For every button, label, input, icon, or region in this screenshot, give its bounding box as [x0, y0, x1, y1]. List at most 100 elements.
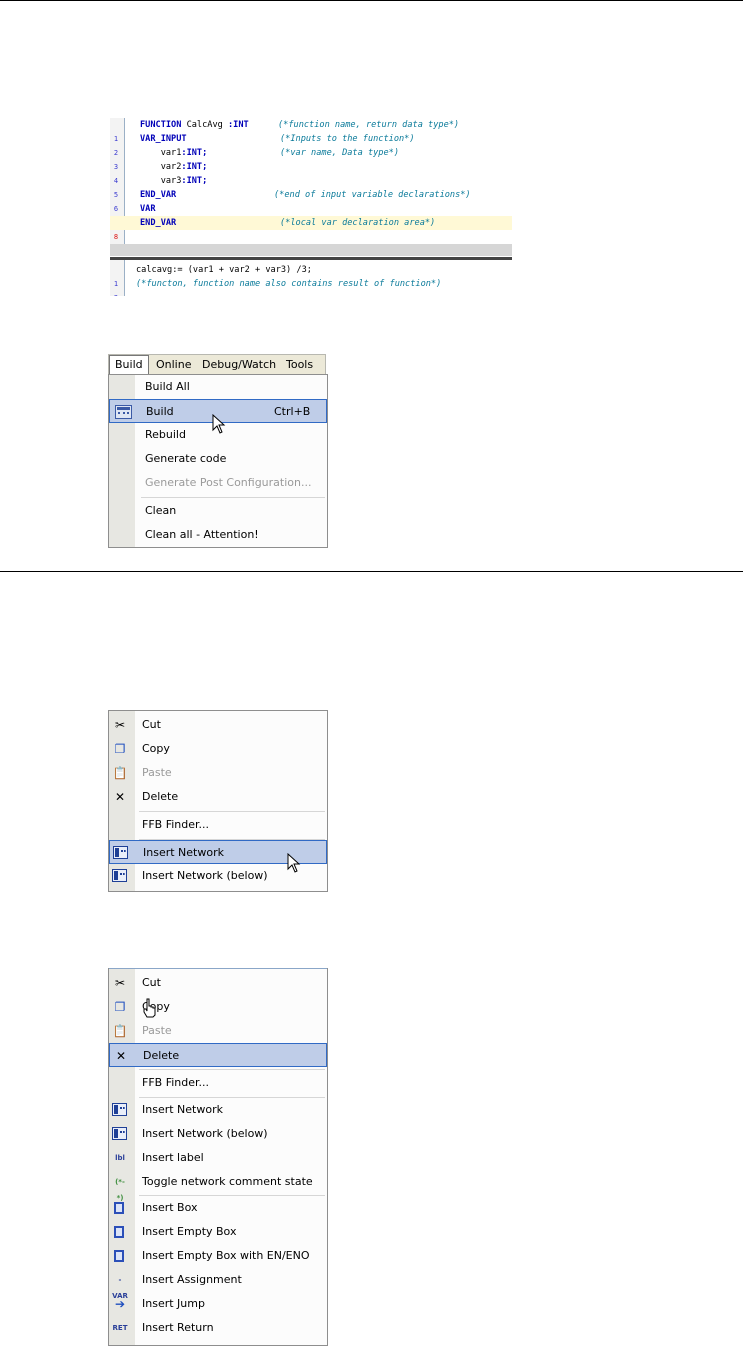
menu-item-insert-empty-box-en-eno[interactable]: Insert Empty Box with EN/ENO [109, 1244, 327, 1268]
code-line: 7 VAR [110, 202, 512, 227]
menu-item-label: Insert Empty Box with EN/ENO [142, 1249, 310, 1262]
menu-item-label: Copy [142, 742, 170, 755]
code-line: 5 var3:INT; [110, 174, 512, 199]
mouse-pointer-icon [212, 414, 226, 434]
menu-item-clean[interactable]: Clean [109, 499, 327, 523]
menu-separator [139, 811, 325, 812]
comment: (*Inputs to the function*) [280, 134, 415, 144]
menu-item-clean-all[interactable]: Clean all - Attention! [109, 523, 327, 547]
return-icon: RET [112, 1324, 128, 1332]
menu-item-insert-empty-box[interactable]: Insert Empty Box [109, 1220, 327, 1244]
code-line: 2 VAR_INPUT (*Inputs to the function*) [110, 132, 512, 157]
code-text: calcavg:= (var1 + var2 + var3) /3; [136, 265, 312, 275]
menu-item-insert-box[interactable]: Insert Box [109, 1196, 327, 1220]
menu-item-generate-code[interactable]: Generate code [109, 447, 327, 471]
assignment-icon: -VAR [112, 1276, 128, 1300]
menu-item-label: Generate code [145, 452, 227, 465]
comment: (*var name, Data type*) [280, 148, 399, 158]
insert-network-icon [113, 846, 128, 859]
menu-item-ffb-finder[interactable]: FFB Finder... [109, 813, 327, 837]
menu-item-paste[interactable]: 📋 Paste [109, 761, 327, 785]
jump-arrow-icon: ➔ [114, 1297, 126, 1311]
menu-item-label: Insert Network [142, 1103, 223, 1116]
menu-debug-watch[interactable]: Debug/Watch [197, 355, 281, 374]
comment: (*local var declaration area*) [280, 218, 436, 228]
menu-item-toggle-network-comment[interactable]: (*-*) Toggle network comment state [109, 1170, 327, 1202]
menu-item-label: Insert Empty Box [142, 1225, 237, 1238]
menu-item-delete[interactable]: ✕ Delete [109, 785, 327, 809]
hand-pointer-icon [143, 998, 156, 1018]
top-rule [0, 0, 743, 1]
code-line: 4 var2:INT; [110, 160, 512, 185]
menu-item-cut[interactable]: ✂ Cut [109, 713, 327, 737]
menu-item-label: Insert Jump [142, 1297, 205, 1310]
mouse-pointer-icon [287, 853, 301, 873]
context-menu-full: ✂ Cut ❐ Copy 📋 Paste ✕ Delete FFB Finder… [108, 968, 328, 1346]
menu-item-label: FFB Finder... [142, 818, 210, 831]
menu-item-label: Build All [145, 380, 190, 393]
menu-build[interactable]: Build [109, 355, 149, 376]
menu-item-insert-assignment[interactable]: -VAR Insert Assignment [109, 1268, 327, 1300]
menu-item-insert-label[interactable]: lbl Insert label [109, 1146, 327, 1170]
menu-item-label: Insert Return [142, 1321, 214, 1334]
menu-item-cut[interactable]: ✂ Cut [109, 971, 327, 995]
code-editor[interactable]: 1 FUNCTION CalcAvg :INT (*function name,… [110, 118, 512, 296]
menu-item-ffb-finder[interactable]: FFB Finder... [109, 1071, 327, 1095]
delete-x-icon: ✕ [114, 790, 126, 804]
box-en-eno-icon [114, 1250, 124, 1262]
menu-item-label: Insert Network [143, 846, 224, 859]
pane-splitter[interactable] [110, 244, 512, 260]
declaration-pane[interactable]: 1 FUNCTION CalcAvg :INT (*function name,… [110, 118, 512, 244]
paste-icon: 📋 [112, 766, 128, 780]
menu-item-label: Cut [142, 718, 161, 731]
code-line: 1 FUNCTION CalcAvg :INT (*function name,… [110, 118, 512, 143]
code-line: 3 var1:INT; (*var name, Data type*) [110, 146, 512, 171]
menu-item-copy[interactable]: ❐ Copy [109, 737, 327, 761]
type: :INT; [181, 162, 208, 172]
type: :INT; [181, 148, 208, 158]
menu-item-insert-jump[interactable]: ➔ Insert Jump [109, 1292, 327, 1316]
menu-separator [141, 497, 325, 498]
comment: (*functon, function name also contains r… [136, 279, 442, 289]
label-icon: lbl [115, 1154, 125, 1162]
menu-item-delete[interactable]: ✕ Delete [109, 1043, 327, 1067]
menu-item-label: Build [146, 405, 174, 418]
keyword: FUNCTION [140, 120, 182, 130]
menu-item-label: Rebuild [145, 428, 186, 441]
menu-item-label: Toggle network comment state [142, 1175, 313, 1188]
code-line: 1 calcavg:= (var1 + var2 + var3) /3; [110, 263, 512, 288]
body-pane[interactable]: 1 calcavg:= (var1 + var2 + var3) /3; 2 (… [110, 260, 512, 296]
identifier: CalcAvg [181, 120, 228, 130]
menu-item-build-all[interactable]: Build All [109, 375, 327, 399]
code-line: 9 [110, 230, 512, 244]
menu-item-paste[interactable]: 📋 Paste [109, 1019, 327, 1043]
shortcut-label: Ctrl+B [274, 405, 311, 418]
comment: (*function name, return data type*) [278, 120, 460, 130]
copy-icon: ❐ [114, 742, 126, 756]
build-dropdown-menu: Build All Build Ctrl+B Rebuild Generate … [108, 374, 328, 548]
menu-item-label: Cut [142, 976, 161, 989]
menu-item-label: Delete [143, 1049, 180, 1062]
menu-item-label: Delete [142, 790, 179, 803]
section-divider [0, 571, 743, 572]
menu-item-label: Paste [142, 766, 172, 779]
paste-icon: 📋 [112, 1024, 128, 1038]
keyword: VAR [140, 204, 156, 214]
comment: (*end of input variable declarations*) [274, 190, 471, 200]
menu-item-generate-post-configuration[interactable]: Generate Post Configuration... [109, 471, 327, 495]
menu-top-border [109, 968, 327, 969]
menu-item-insert-return[interactable]: RET Insert Return [109, 1316, 327, 1340]
identifier: var2 [140, 162, 182, 172]
menu-item-label: Insert Network (below) [142, 869, 268, 882]
type: :INT; [181, 176, 208, 186]
menu-separator [139, 1069, 325, 1070]
code-line-current: 8 END_VAR (*local var declaration area*) [110, 216, 512, 241]
menu-item-label: Insert Assignment [142, 1273, 242, 1286]
menu-item-label: Paste [142, 1024, 172, 1037]
menu-online[interactable]: Online [151, 355, 196, 374]
code-line: 2 (*functon, function name also contains… [110, 277, 512, 296]
menu-item-insert-network[interactable]: Insert Network [109, 1098, 327, 1122]
menu-item-insert-network-below[interactable]: Insert Network (below) [109, 1122, 327, 1146]
menu-tools[interactable]: Tools [281, 355, 318, 374]
insert-network-below-icon [112, 1127, 127, 1140]
